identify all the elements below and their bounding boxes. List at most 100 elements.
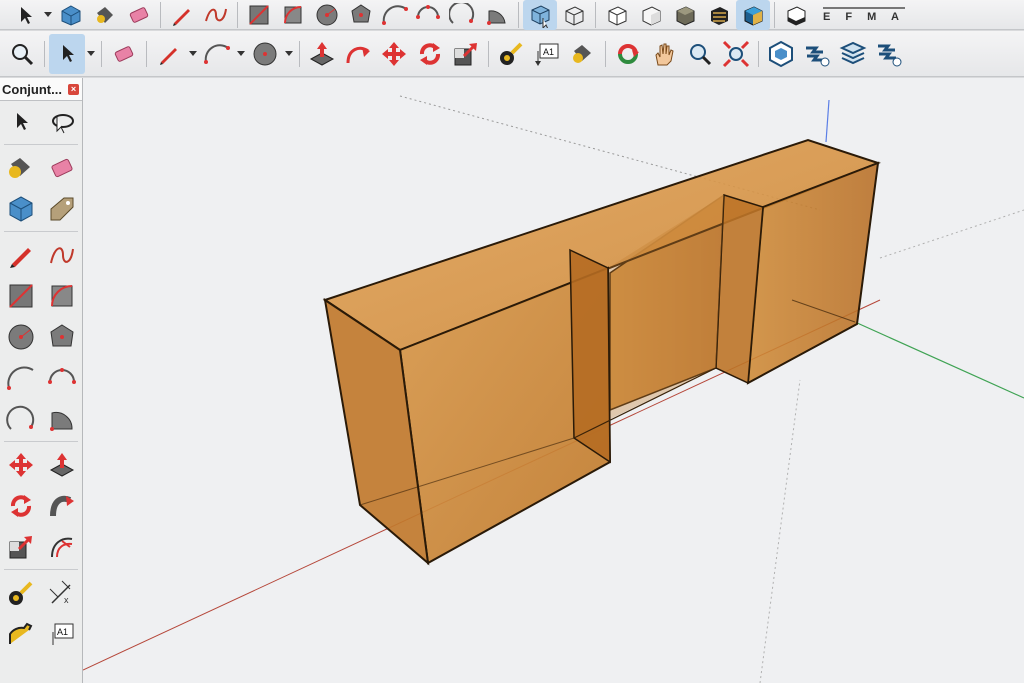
solid-tools-icon[interactable]: [763, 34, 799, 74]
arc-icon[interactable]: [199, 34, 235, 74]
pencil-icon[interactable]: [165, 0, 199, 30]
orbit-icon[interactable]: [610, 34, 646, 74]
eraser-icon[interactable]: [106, 34, 142, 74]
model-viewport[interactable]: [83, 78, 1024, 683]
text-tool-label: A1: [543, 47, 554, 57]
scale-readout: E F M A: [823, 6, 905, 23]
hidden-line-style-icon[interactable]: [600, 0, 634, 30]
select-icon[interactable]: [0, 103, 41, 141]
outliner-icon[interactable]: [871, 34, 907, 74]
pie-icon[interactable]: [480, 0, 514, 30]
lasso-select-icon[interactable]: [41, 103, 82, 141]
separator: [101, 40, 102, 67]
separator: [488, 40, 489, 67]
move-icon[interactable]: [376, 34, 412, 74]
separator: [4, 569, 78, 570]
freehand-icon[interactable]: [199, 0, 233, 30]
shaded-textures-style-icon[interactable]: [668, 0, 702, 30]
circle-icon[interactable]: [247, 34, 283, 74]
separator: [4, 231, 78, 232]
chevron-down-icon[interactable]: [283, 50, 295, 57]
paint-bucket-icon[interactable]: [88, 0, 122, 30]
rotated-rectangle-icon[interactable]: [276, 0, 310, 30]
tape-measure-icon[interactable]: [0, 574, 41, 612]
rotate-icon[interactable]: [412, 34, 448, 74]
separator: [299, 40, 300, 67]
separator: [160, 1, 161, 28]
back-edges-style-icon[interactable]: [736, 0, 770, 30]
separator: [237, 1, 238, 28]
tool-palette: Conjunt... × x A1: [0, 78, 83, 683]
component-icon[interactable]: [54, 0, 88, 30]
rotated-rectangle-icon[interactable]: [41, 277, 82, 315]
tag-icon[interactable]: [41, 190, 82, 228]
polygon-icon[interactable]: [41, 318, 82, 356]
pan-icon[interactable]: [646, 34, 682, 74]
zoom-extents-icon[interactable]: [718, 34, 754, 74]
sandbox-icon[interactable]: [799, 34, 835, 74]
component-icon[interactable]: [0, 190, 41, 228]
wireframe-style-icon[interactable]: [557, 0, 591, 30]
close-icon[interactable]: ×: [68, 83, 79, 95]
text-icon[interactable]: A1: [41, 615, 82, 653]
select-icon[interactable]: [49, 33, 85, 74]
palette-title-bar[interactable]: Conjunt... ×: [0, 78, 82, 101]
scale-icon[interactable]: [0, 528, 41, 566]
pie-icon[interactable]: [41, 400, 82, 438]
separator: [758, 40, 759, 67]
separator: [4, 441, 78, 442]
push-pull-icon[interactable]: [41, 446, 82, 484]
separator: [44, 40, 45, 67]
separator: [518, 1, 519, 28]
protractor-icon[interactable]: [0, 615, 41, 653]
rotate-icon[interactable]: [0, 487, 41, 525]
svg-text:x: x: [64, 595, 69, 605]
eraser-icon[interactable]: [122, 0, 156, 30]
section-plane-icon[interactable]: [779, 0, 813, 30]
move-icon[interactable]: [0, 446, 41, 484]
freehand-icon[interactable]: [41, 236, 82, 274]
xray-style-icon[interactable]: [523, 0, 557, 30]
tape-measure-icon[interactable]: [493, 34, 529, 74]
arc-icon[interactable]: [0, 359, 41, 397]
offset-icon[interactable]: [41, 528, 82, 566]
separator: [605, 40, 606, 67]
zoom-icon[interactable]: [682, 34, 718, 74]
monochrome-style-icon[interactable]: [702, 0, 736, 30]
shaded-style-icon[interactable]: [634, 0, 668, 30]
select-icon[interactable]: [8, 0, 42, 30]
chevron-down-icon[interactable]: [85, 50, 97, 57]
chevron-down-icon[interactable]: [235, 50, 247, 57]
layers-icon[interactable]: [835, 34, 871, 74]
text-icon[interactable]: A1: [529, 34, 565, 74]
separator: [774, 1, 775, 28]
eraser-icon[interactable]: [41, 149, 82, 187]
pencil-icon[interactable]: [0, 236, 41, 274]
separator: [4, 144, 78, 145]
rectangle-icon[interactable]: [0, 277, 41, 315]
follow-me-icon[interactable]: [340, 34, 376, 74]
three-point-arc-icon[interactable]: [446, 0, 480, 30]
separator: [595, 1, 596, 28]
rectangle-icon[interactable]: [242, 0, 276, 30]
push-pull-icon[interactable]: [304, 34, 340, 74]
dimension-icon[interactable]: x: [41, 574, 82, 612]
chevron-down-icon[interactable]: [42, 11, 54, 18]
main-toolbar: E F M A: [0, 0, 1024, 30]
scale-icon[interactable]: [448, 34, 484, 74]
circle-icon[interactable]: [0, 318, 41, 356]
circle-icon[interactable]: [310, 0, 344, 30]
large-toolbar: A1: [0, 31, 1024, 77]
paint-bucket-icon[interactable]: [0, 149, 41, 187]
zoom-icon[interactable]: [4, 34, 40, 74]
pencil-icon[interactable]: [151, 34, 187, 74]
three-point-arc-icon[interactable]: [0, 400, 41, 438]
polygon-icon[interactable]: [344, 0, 378, 30]
two-point-arc-icon[interactable]: [41, 359, 82, 397]
chevron-down-icon[interactable]: [187, 50, 199, 57]
arc-icon[interactable]: [378, 0, 412, 30]
paint-bucket-icon[interactable]: [565, 34, 601, 74]
palette-title: Conjunt...: [2, 81, 62, 97]
two-point-arc-icon[interactable]: [412, 0, 446, 30]
follow-me-icon[interactable]: [41, 487, 82, 525]
